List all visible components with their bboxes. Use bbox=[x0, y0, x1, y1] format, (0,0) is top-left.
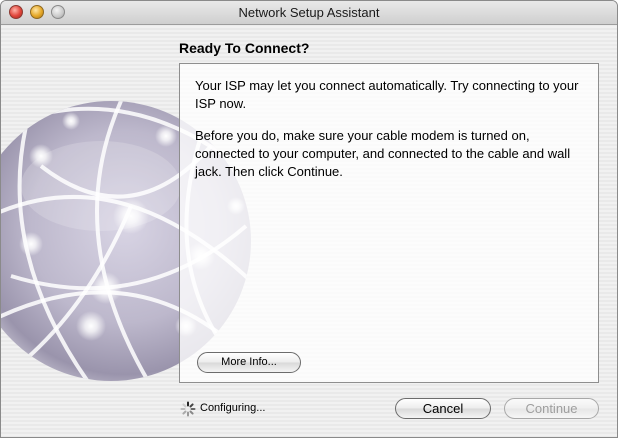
more-info-button[interactable]: More Info... bbox=[197, 352, 301, 373]
assistant-window: Network Setup Assistant Ready To Connect… bbox=[0, 0, 618, 438]
progress-spinner-icon bbox=[180, 401, 196, 417]
status-text: Configuring... bbox=[200, 402, 266, 414]
window-title: Network Setup Assistant bbox=[238, 5, 380, 20]
title-bar[interactable]: Network Setup Assistant bbox=[1, 1, 617, 25]
page-heading: Ready To Connect? bbox=[179, 40, 310, 56]
info-paragraph-1: Your ISP may let you connect automatical… bbox=[195, 78, 579, 111]
info-paragraph-2: Before you do, make sure your cable mode… bbox=[195, 128, 571, 179]
continue-button[interactable]: Continue bbox=[504, 398, 599, 419]
info-panel: Your ISP may let you connect automatical… bbox=[179, 63, 599, 383]
cancel-button[interactable]: Cancel bbox=[395, 398, 491, 419]
